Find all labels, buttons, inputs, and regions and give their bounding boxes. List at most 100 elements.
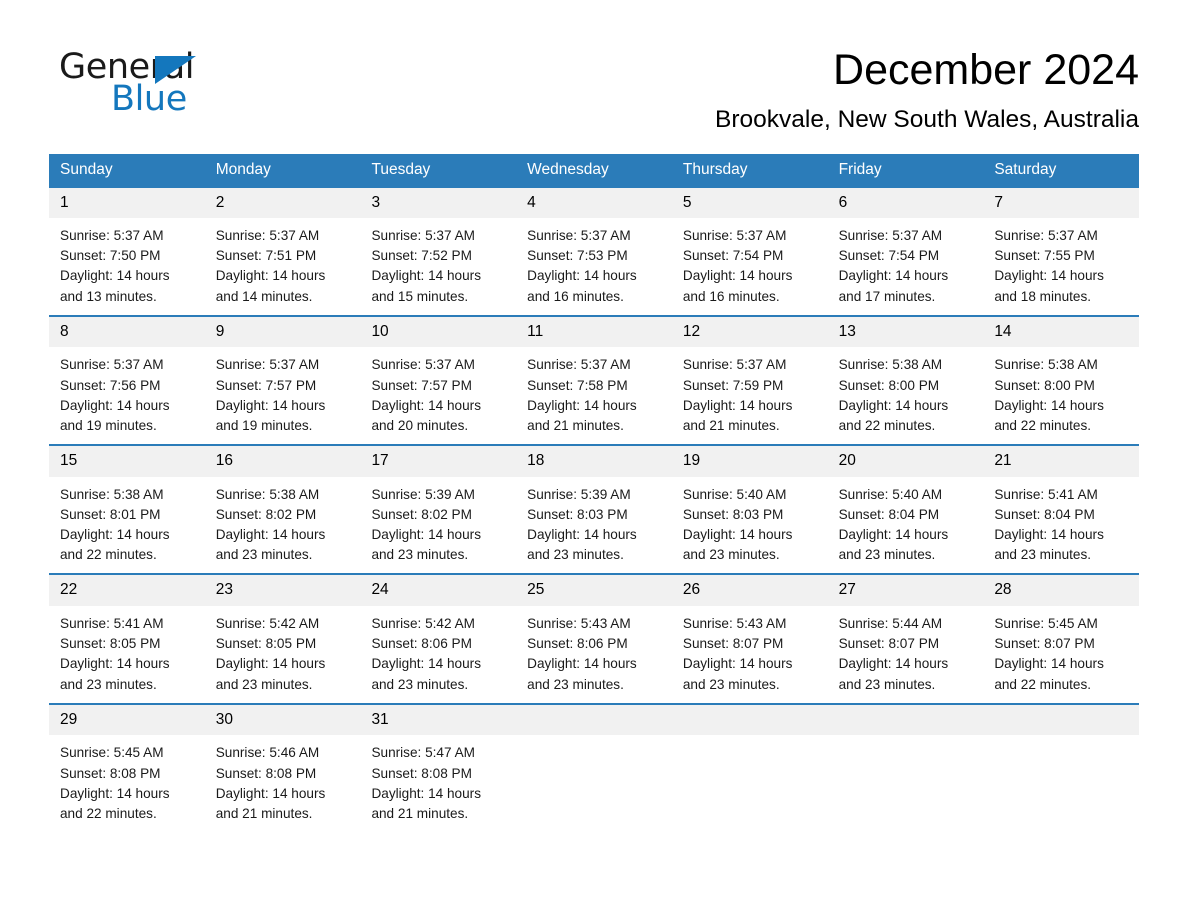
calendar-day-cell-10[interactable]: 10 Sunrise: 5:37 AM Sunset: 7:57 PM Dayl… bbox=[360, 316, 517, 436]
calendar-day-cell-2[interactable]: 2 Sunrise: 5:37 AM Sunset: 7:51 PM Dayli… bbox=[204, 187, 361, 307]
day-number: 29 bbox=[49, 704, 205, 736]
sunset-text: Sunset: 7:54 PM bbox=[682, 248, 784, 264]
calendar-week-row-3: 15 Sunrise: 5:38 AM Sunset: 8:01 PM Dayl… bbox=[49, 444, 1140, 566]
sunset-text: Sunset: 8:00 PM bbox=[838, 377, 940, 393]
calendar-day-cell-27[interactable]: 27 Sunrise: 5:44 AM Sunset: 8:07 PM Dayl… bbox=[827, 575, 984, 694]
day-number: 16 bbox=[204, 446, 361, 477]
calendar-day-cell-20[interactable]: 20 Sunrise: 5:40 AM Sunset: 8:04 PM Dayl… bbox=[827, 446, 984, 565]
daylight-text: Daylight: 14 hours and 16 minutes. bbox=[682, 268, 793, 304]
weekday-sunday: Sunday bbox=[60, 160, 113, 178]
logo-text-blue: Blue bbox=[111, 79, 187, 119]
calendar-week-row-4: 22 Sunrise: 5:41 AM Sunset: 8:05 PM Dayl… bbox=[49, 573, 1140, 695]
calendar-grid: Sunday Monday Tuesday Wednesday Thursday… bbox=[49, 153, 1140, 825]
sunset-text: Sunset: 8:08 PM bbox=[215, 765, 317, 781]
daylight-text: Daylight: 14 hours and 22 minutes. bbox=[838, 397, 949, 433]
daylight-text: Daylight: 14 hours and 23 minutes. bbox=[215, 527, 326, 563]
sunrise-text: Sunrise: 5:40 AM bbox=[682, 486, 787, 502]
sunset-text: Sunset: 7:51 PM bbox=[215, 248, 317, 264]
sunset-text: Sunset: 7:54 PM bbox=[838, 248, 940, 264]
calendar-day-cell-7[interactable]: 7 Sunrise: 5:37 AM Sunset: 7:55 PM Dayli… bbox=[983, 187, 1140, 307]
day-details: Sunrise: 5:47 AM Sunset: 8:08 PM Dayligh… bbox=[360, 735, 516, 824]
page-title: December 2024 bbox=[833, 46, 1139, 94]
daylight-text: Daylight: 14 hours and 23 minutes. bbox=[838, 656, 949, 692]
sunset-text: Sunset: 8:06 PM bbox=[527, 636, 628, 652]
sunset-text: Sunset: 8:08 PM bbox=[60, 765, 161, 781]
calendar-day-cell-22[interactable]: 22 Sunrise: 5:41 AM Sunset: 8:05 PM Dayl… bbox=[49, 575, 205, 694]
sunrise-text: Sunrise: 5:43 AM bbox=[682, 615, 787, 631]
day-details: Sunrise: 5:37 AM Sunset: 7:54 PM Dayligh… bbox=[828, 218, 984, 307]
calendar-day-cell-6[interactable]: 6 Sunrise: 5:37 AM Sunset: 7:54 PM Dayli… bbox=[827, 187, 984, 307]
daylight-text: Daylight: 14 hours and 20 minutes. bbox=[371, 397, 482, 433]
sunrise-text: Sunrise: 5:37 AM bbox=[682, 357, 787, 373]
daylight-text: Daylight: 14 hours and 15 minutes. bbox=[371, 268, 482, 304]
day-number: 10 bbox=[360, 316, 517, 348]
calendar-week-row-2: 8 Sunrise: 5:37 AM Sunset: 7:56 PM Dayli… bbox=[49, 314, 1140, 436]
calendar-day-cell-4[interactable]: 4 Sunrise: 5:37 AM Sunset: 7:53 PM Dayli… bbox=[516, 187, 672, 307]
sunset-text: Sunset: 8:04 PM bbox=[838, 506, 940, 522]
calendar-day-cell-11[interactable]: 11 Sunrise: 5:37 AM Sunset: 7:58 PM Dayl… bbox=[516, 316, 672, 436]
calendar-day-cell-30[interactable]: 30 Sunrise: 5:46 AM Sunset: 8:08 PM Dayl… bbox=[204, 704, 361, 824]
calendar-day-cell-24[interactable]: 24 Sunrise: 5:42 AM Sunset: 8:06 PM Dayl… bbox=[360, 575, 517, 695]
calendar-day-cell-26[interactable]: 26 Sunrise: 5:43 AM Sunset: 8:07 PM Dayl… bbox=[671, 575, 828, 694]
sunrise-text: Sunrise: 5:44 AM bbox=[838, 615, 943, 631]
day-details: Sunrise: 5:38 AM Sunset: 8:01 PM Dayligh… bbox=[49, 477, 205, 566]
sunset-text: Sunset: 8:08 PM bbox=[371, 765, 472, 781]
daylight-text: Daylight: 14 hours and 22 minutes. bbox=[994, 656, 1104, 692]
sunrise-text: Sunrise: 5:37 AM bbox=[371, 357, 475, 373]
day-number: 20 bbox=[827, 446, 984, 477]
calendar-day-cell-15[interactable]: 15 Sunrise: 5:38 AM Sunset: 8:01 PM Dayl… bbox=[49, 446, 205, 565]
day-number: 28 bbox=[983, 575, 1140, 606]
calendar-day-cell-8[interactable]: 8 Sunrise: 5:37 AM Sunset: 7:56 PM Dayli… bbox=[49, 316, 205, 436]
calendar-day-cell-5[interactable]: 5 Sunrise: 5:37 AM Sunset: 7:54 PM Dayli… bbox=[671, 187, 828, 307]
calendar-day-cell-17[interactable]: 17 Sunrise: 5:39 AM Sunset: 8:02 PM Dayl… bbox=[360, 446, 517, 566]
calendar-day-cell-28[interactable]: 28 Sunrise: 5:45 AM Sunset: 8:07 PM Dayl… bbox=[983, 575, 1140, 694]
general-blue-logo: General Blue bbox=[49, 44, 249, 122]
day-details: Sunrise: 5:38 AM Sunset: 8:00 PM Dayligh… bbox=[983, 347, 1139, 436]
calendar-page: General Blue December 2024 Brookvale, Ne… bbox=[0, 0, 1188, 918]
day-details: Sunrise: 5:42 AM Sunset: 8:06 PM Dayligh… bbox=[360, 606, 516, 695]
calendar-day-cell-empty bbox=[516, 704, 672, 824]
daylight-text: Daylight: 14 hours and 23 minutes. bbox=[682, 527, 793, 563]
sunrise-text: Sunrise: 5:37 AM bbox=[527, 228, 631, 244]
calendar-day-cell-13[interactable]: 13 Sunrise: 5:38 AM Sunset: 8:00 PM Dayl… bbox=[827, 316, 984, 436]
day-number: 24 bbox=[360, 575, 517, 606]
sunrise-text: Sunrise: 5:43 AM bbox=[527, 615, 631, 631]
daylight-text: Daylight: 14 hours and 19 minutes. bbox=[215, 397, 326, 433]
sunrise-text: Sunrise: 5:47 AM bbox=[371, 745, 475, 761]
daylight-text: Daylight: 14 hours and 23 minutes. bbox=[60, 656, 170, 692]
calendar-day-cell-9[interactable]: 9 Sunrise: 5:37 AM Sunset: 7:57 PM Dayli… bbox=[204, 316, 361, 436]
calendar-day-cell-19[interactable]: 19 Sunrise: 5:40 AM Sunset: 8:03 PM Dayl… bbox=[671, 446, 828, 565]
day-number: 23 bbox=[204, 575, 361, 606]
calendar-day-cell-18[interactable]: 18 Sunrise: 5:39 AM Sunset: 8:03 PM Dayl… bbox=[516, 446, 672, 565]
daylight-text: Daylight: 14 hours and 23 minutes. bbox=[527, 527, 637, 563]
calendar-day-cell-16[interactable]: 16 Sunrise: 5:38 AM Sunset: 8:02 PM Dayl… bbox=[204, 446, 361, 566]
day-number: 13 bbox=[827, 316, 984, 348]
calendar-day-cell-3[interactable]: 3 Sunrise: 5:37 AM Sunset: 7:52 PM Dayli… bbox=[360, 187, 517, 307]
calendar-day-cell-12[interactable]: 12 Sunrise: 5:37 AM Sunset: 7:59 PM Dayl… bbox=[671, 316, 828, 436]
calendar-day-cell-1[interactable]: 1 Sunrise: 5:37 AM Sunset: 7:50 PM Dayli… bbox=[49, 187, 205, 307]
sunrise-text: Sunrise: 5:37 AM bbox=[60, 228, 164, 244]
sunrise-text: Sunrise: 5:45 AM bbox=[994, 615, 1098, 631]
calendar-day-cell-29[interactable]: 29 Sunrise: 5:45 AM Sunset: 8:08 PM Dayl… bbox=[49, 704, 205, 824]
sunrise-text: Sunrise: 5:41 AM bbox=[60, 615, 164, 631]
calendar-day-cell-14[interactable]: 14 Sunrise: 5:38 AM Sunset: 8:00 PM Dayl… bbox=[983, 316, 1140, 436]
day-number: 21 bbox=[983, 446, 1140, 477]
day-details: Sunrise: 5:38 AM Sunset: 8:00 PM Dayligh… bbox=[828, 347, 984, 436]
sunset-text: Sunset: 7:56 PM bbox=[60, 377, 161, 393]
calendar-day-cell-23[interactable]: 23 Sunrise: 5:42 AM Sunset: 8:05 PM Dayl… bbox=[204, 575, 361, 694]
day-number: 26 bbox=[671, 575, 828, 606]
weekday-monday: Monday bbox=[215, 160, 271, 178]
day-details: Sunrise: 5:37 AM Sunset: 7:59 PM Dayligh… bbox=[672, 347, 828, 436]
sunrise-text: Sunrise: 5:37 AM bbox=[527, 357, 631, 373]
day-details: Sunrise: 5:39 AM Sunset: 8:02 PM Dayligh… bbox=[360, 477, 516, 566]
calendar-day-cell-25[interactable]: 25 Sunrise: 5:43 AM Sunset: 8:06 PM Dayl… bbox=[516, 575, 672, 694]
calendar-weeks: 1 Sunrise: 5:37 AM Sunset: 7:50 PM Dayli… bbox=[49, 185, 1140, 825]
calendar-day-cell-21[interactable]: 21 Sunrise: 5:41 AM Sunset: 8:04 PM Dayl… bbox=[983, 446, 1140, 565]
sunrise-text: Sunrise: 5:37 AM bbox=[215, 357, 320, 373]
day-number: 7 bbox=[983, 187, 1140, 219]
calendar-day-cell-31[interactable]: 31 Sunrise: 5:47 AM Sunset: 8:08 PM Dayl… bbox=[360, 704, 517, 824]
sunset-text: Sunset: 7:57 PM bbox=[215, 377, 317, 393]
sunset-text: Sunset: 7:50 PM bbox=[60, 248, 161, 264]
day-number: 3 bbox=[360, 187, 517, 219]
day-details: Sunrise: 5:38 AM Sunset: 8:02 PM Dayligh… bbox=[205, 477, 361, 566]
